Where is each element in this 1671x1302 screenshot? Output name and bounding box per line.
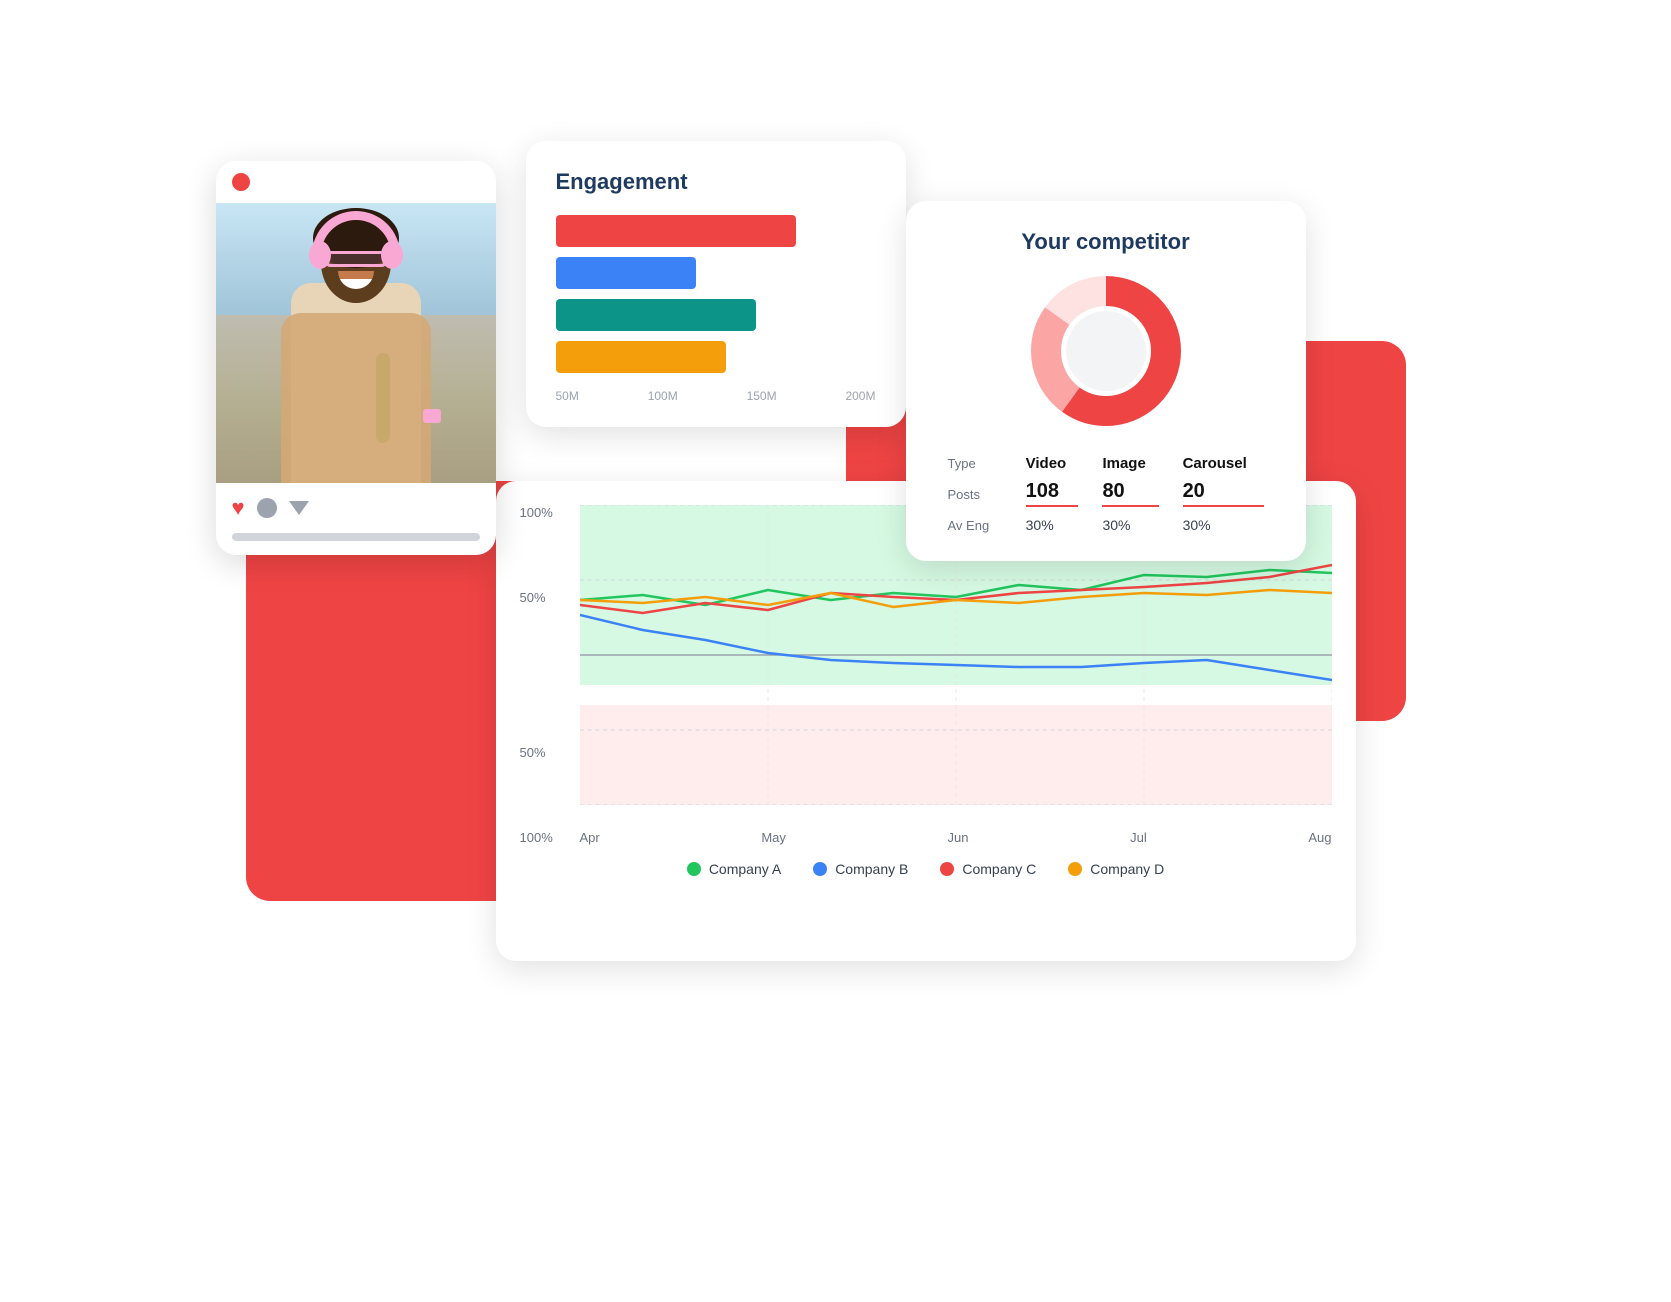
legend-company-b: Company B xyxy=(813,861,908,877)
bar-row-3 xyxy=(556,299,876,331)
axis-label-100: 100M xyxy=(648,389,678,403)
legend-label-a: Company A xyxy=(709,861,781,877)
x-label-apr: Apr xyxy=(580,830,600,845)
post-image xyxy=(216,203,496,483)
bar-chart xyxy=(556,215,876,373)
table-row-posts: Posts 108 80 20 xyxy=(936,476,1276,513)
x-label-may: May xyxy=(761,830,786,845)
competitor-card: Your competitor Type Video xyxy=(906,201,1306,561)
type-label: Type xyxy=(936,451,1014,476)
posts-label: Posts xyxy=(936,476,1014,513)
aveng-carousel: 30% xyxy=(1171,513,1276,537)
engagement-title: Engagement xyxy=(556,169,876,195)
axis-label-150: 150M xyxy=(747,389,777,403)
heart-icon[interactable]: ♥ xyxy=(232,495,245,521)
legend-company-c: Company C xyxy=(940,861,1036,877)
comment-icon[interactable] xyxy=(257,498,277,518)
y-label-50-bottom: 50% xyxy=(520,745,553,760)
video-label: Video xyxy=(1014,451,1091,476)
x-label-jul: Jul xyxy=(1130,830,1147,845)
axis-label-200: 200M xyxy=(845,389,875,403)
bar-blue xyxy=(556,257,696,289)
social-card-actions: ♥ xyxy=(216,483,496,533)
carousel-label: Carousel xyxy=(1171,451,1276,476)
legend-dot-a xyxy=(687,862,701,876)
bar-axis: 50M 100M 150M 200M xyxy=(556,389,876,403)
bar-row-2 xyxy=(556,257,876,289)
x-label-aug: Aug xyxy=(1308,830,1331,845)
x-label-jun: Jun xyxy=(948,830,969,845)
posts-video: 108 xyxy=(1014,476,1091,513)
engagement-card: Engagement 50M 100M 150M 200M xyxy=(526,141,906,427)
legend-dot-d xyxy=(1068,862,1082,876)
bar-red xyxy=(556,215,796,247)
social-card-header xyxy=(216,161,496,203)
chart-legend: Company A Company B Company C Company D xyxy=(520,861,1332,877)
donut-chart xyxy=(1026,271,1186,431)
bar-teal xyxy=(556,299,756,331)
y-labels: 100% 50% 50% 100% xyxy=(520,505,553,845)
legend-company-a: Company A xyxy=(687,861,781,877)
image-label: Image xyxy=(1090,451,1170,476)
progress-bar xyxy=(232,533,480,541)
aveng-label: Av Eng xyxy=(936,513,1014,537)
legend-label-b: Company B xyxy=(835,861,908,877)
legend-dot-c xyxy=(940,862,954,876)
aveng-video: 30% xyxy=(1014,513,1091,537)
posts-image: 80 xyxy=(1090,476,1170,513)
table-row-header: Type Video Image Carousel xyxy=(936,451,1276,476)
axis-label-50: 50M xyxy=(556,389,579,403)
bar-yellow xyxy=(556,341,726,373)
y-label-100-bottom: 100% xyxy=(520,830,553,845)
legend-company-d: Company D xyxy=(1068,861,1164,877)
y-label-100-top: 100% xyxy=(520,505,553,520)
bar-row-4 xyxy=(556,341,876,373)
posts-carousel: 20 xyxy=(1171,476,1276,513)
donut-center xyxy=(1066,311,1146,391)
competitor-title: Your competitor xyxy=(936,229,1276,255)
x-labels: Apr May Jun Jul Aug xyxy=(580,830,1332,845)
legend-label-c: Company C xyxy=(962,861,1036,877)
legend-dot-b xyxy=(813,862,827,876)
aveng-image: 30% xyxy=(1090,513,1170,537)
social-post-card: ♥ xyxy=(216,161,496,555)
donut-chart-container xyxy=(936,271,1276,431)
record-indicator xyxy=(232,173,250,191)
main-scene: ♥ Engagement 50M 100M 150M 200M xyxy=(186,101,1486,1201)
y-label-50-top: 50% xyxy=(520,590,553,605)
bar-row-1 xyxy=(556,215,876,247)
competitor-table: Type Video Image Carousel Posts 108 80 2… xyxy=(936,451,1276,537)
table-row-aveng: Av Eng 30% 30% 30% xyxy=(936,513,1276,537)
legend-label-d: Company D xyxy=(1090,861,1164,877)
share-icon[interactable] xyxy=(289,501,309,515)
